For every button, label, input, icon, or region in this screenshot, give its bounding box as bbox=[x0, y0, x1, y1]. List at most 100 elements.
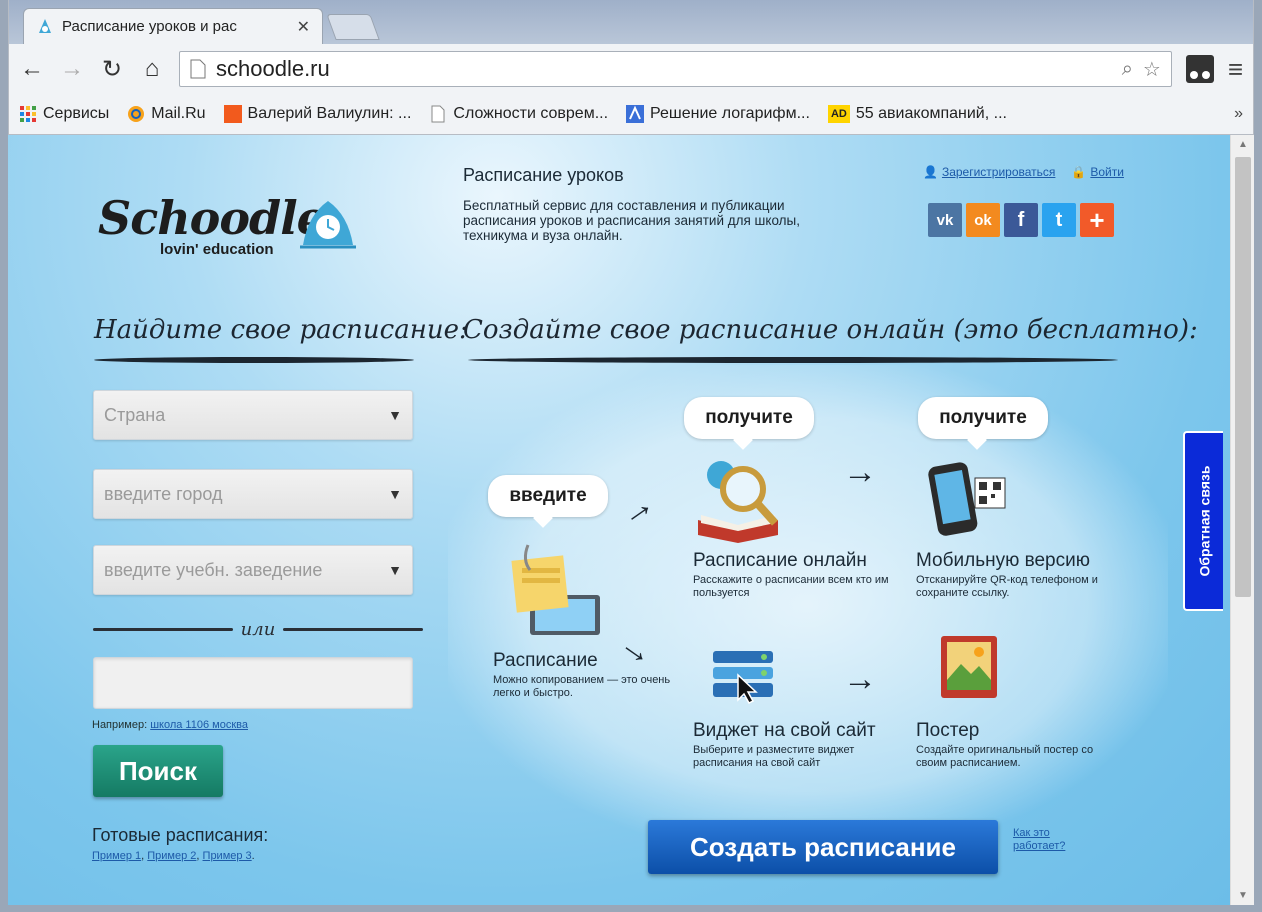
bookmark-item[interactable]: Сервисы bbox=[19, 105, 109, 123]
tab-strip: Расписание уроков и рас ✕ bbox=[9, 0, 1253, 44]
feedback-tab[interactable]: Обратная связь bbox=[1183, 431, 1223, 611]
user-icon: 👤 bbox=[923, 165, 938, 179]
bookmark-label: Решение логарифм... bbox=[650, 105, 810, 122]
search-button[interactable]: Поиск bbox=[93, 745, 223, 797]
school-placeholder: введите учебн. заведение bbox=[104, 559, 323, 580]
example-3-link[interactable]: Пример 3 bbox=[203, 850, 252, 862]
country-select[interactable]: Страна ▼ bbox=[93, 390, 413, 440]
reload-icon[interactable]: ↻ bbox=[99, 55, 125, 84]
logo-tagline: lovin' education bbox=[160, 241, 274, 258]
bookmark-item[interactable]: Решение логарифм... bbox=[626, 105, 810, 123]
example-1-link[interactable]: Пример 1 bbox=[92, 850, 141, 862]
facebook-icon[interactable]: f bbox=[1004, 203, 1038, 237]
example-2-link[interactable]: Пример 2 bbox=[147, 850, 196, 862]
find-heading-underline bbox=[94, 357, 414, 363]
school-select[interactable]: введите учебн. заведение ▼ bbox=[93, 545, 413, 595]
bookmark-item[interactable]: Валерий Валиулин: ... bbox=[223, 105, 412, 123]
browser-toolbar: ← → ↻ ⌂ schoodle.ru ⌕ ☆ ≡ bbox=[9, 44, 1253, 94]
menu-icon[interactable]: ≡ bbox=[1228, 54, 1243, 85]
widget-title: Виджет на свой сайт bbox=[693, 720, 876, 741]
widget-text: Выберите и разместите виджет расписания … bbox=[693, 744, 855, 769]
example-link[interactable]: школа 1106 москва bbox=[150, 719, 248, 731]
find-heading: Найдите свое расписание: bbox=[94, 315, 468, 345]
zoom-icon[interactable]: ⌕ bbox=[1122, 58, 1133, 81]
page-viewport: Schoodle lovin' education Расписание уро… bbox=[8, 135, 1230, 905]
logo-text: Schoodle bbox=[98, 191, 326, 245]
feature-mobile: Мобильную версию Отсканируйте QR-код тел… bbox=[916, 550, 1131, 600]
phone-qr-icon bbox=[928, 462, 1006, 536]
bubble-enter: введите bbox=[488, 475, 608, 517]
mailru-icon bbox=[128, 106, 145, 122]
ready-title: Готовые расписания: bbox=[92, 825, 269, 845]
bubble-get-2: получите bbox=[918, 397, 1048, 439]
bubble-get-1: получите bbox=[684, 397, 814, 439]
odnoklassniki-icon[interactable]: ok bbox=[966, 203, 1000, 237]
login-link[interactable]: Войти bbox=[1090, 165, 1124, 179]
bell-logo-icon bbox=[300, 201, 356, 249]
country-placeholder: Страна bbox=[104, 404, 166, 425]
example-label: Например: bbox=[92, 719, 148, 731]
city-placeholder: введите город bbox=[104, 483, 223, 504]
ready-schedules: Готовые расписания: Пример 1, Пример 2, … bbox=[92, 825, 269, 862]
forward-icon[interactable]: → bbox=[59, 55, 85, 83]
back-icon[interactable]: ← bbox=[19, 55, 45, 83]
auth-links: 👤 Зарегистрироваться 🔒 Войти bbox=[923, 165, 1124, 179]
intro-block: Расписание уроков Бесплатный сервис для … bbox=[463, 165, 843, 243]
bookmark-star-icon[interactable]: ☆ bbox=[1143, 57, 1161, 82]
or-text: или bbox=[240, 619, 276, 640]
register-link[interactable]: Зарегистрироваться bbox=[942, 165, 1055, 179]
chevron-down-icon: ▼ bbox=[388, 486, 402, 502]
widget-icon bbox=[713, 651, 773, 704]
online-title: Расписание онлайн bbox=[693, 550, 867, 571]
ad-icon: AD bbox=[827, 105, 850, 123]
tab-close-icon[interactable]: ✕ bbox=[297, 17, 310, 37]
mobile-text: Отсканируйте QR-код телефоном и сохранит… bbox=[916, 574, 1098, 599]
mobile-title: Мобильную версию bbox=[916, 550, 1090, 571]
chevron-down-icon: ▼ bbox=[388, 407, 402, 423]
bookmarks-bar: Сервисы Mail.Ru Валерий Валиулин: ... Сл… bbox=[9, 94, 1253, 134]
site-logo[interactable]: Schoodle lovin' education bbox=[88, 187, 378, 267]
extension-icon[interactable] bbox=[1185, 55, 1214, 83]
vk-icon[interactable]: vk bbox=[928, 203, 962, 237]
poster-text: Создайте оригинальный постер со своим ра… bbox=[916, 744, 1094, 769]
address-url[interactable]: schoodle.ru bbox=[216, 56, 1112, 82]
city-select[interactable]: введите город ▼ bbox=[93, 469, 413, 519]
page-icon bbox=[431, 105, 445, 123]
feedback-label: Обратная связь bbox=[1196, 465, 1213, 577]
plus-share-icon[interactable]: + bbox=[1080, 203, 1114, 237]
bookmarks-more-button[interactable]: » bbox=[1234, 105, 1243, 123]
search-input[interactable] bbox=[93, 657, 413, 709]
bookmark-item[interactable]: AD 55 авиакомпаний, ... bbox=[827, 105, 1007, 123]
browser-chrome: Расписание уроков и рас ✕ ← → ↻ ⌂ schood… bbox=[8, 0, 1254, 135]
arrow-right-icon: → bbox=[843, 453, 877, 491]
page-icon bbox=[190, 59, 206, 79]
chevron-down-icon: ▼ bbox=[388, 562, 402, 578]
new-tab-button[interactable] bbox=[326, 14, 380, 40]
lock-icon: 🔒 bbox=[1071, 165, 1087, 179]
bookmark-label: Сервисы bbox=[43, 105, 110, 122]
how-it-works-link[interactable]: Как это работает? bbox=[1013, 827, 1083, 853]
intro-text: Бесплатный сервис для составления и публ… bbox=[463, 198, 800, 243]
bookmark-item[interactable]: Сложности соврем... bbox=[429, 105, 608, 123]
feature-online: Расписание онлайн Расскажите о расписани… bbox=[693, 550, 893, 600]
poster-title: Постер bbox=[916, 720, 980, 741]
orange-square-icon bbox=[223, 105, 242, 123]
search-example: Например: школа 1106 москва bbox=[92, 719, 248, 731]
create-schedule-button[interactable]: Создать расписание bbox=[648, 820, 998, 874]
browser-tab[interactable]: Расписание уроков и рас ✕ bbox=[23, 8, 323, 44]
twitter-icon[interactable]: t bbox=[1042, 203, 1076, 237]
vertical-scrollbar[interactable]: ▲ ▼ bbox=[1230, 135, 1254, 905]
bookmark-item[interactable]: Mail.Ru bbox=[127, 105, 206, 123]
address-bar[interactable]: schoodle.ru ⌕ ☆ bbox=[179, 51, 1172, 87]
social-buttons: vk ok f t + bbox=[928, 203, 1114, 237]
how-it-works: Как это работает? bbox=[1013, 827, 1083, 853]
bookmark-label: Валерий Валиулин: ... bbox=[247, 105, 412, 122]
scrollbar-thumb[interactable] bbox=[1235, 157, 1251, 597]
home-icon[interactable]: ⌂ bbox=[139, 55, 165, 83]
scroll-down-icon[interactable]: ▼ bbox=[1231, 890, 1255, 901]
feature-widget: Виджет на свой сайт Выберите и разместит… bbox=[693, 720, 903, 770]
tab-title: Расписание уроков и рас bbox=[62, 18, 237, 35]
or-divider: или bbox=[93, 619, 423, 640]
schedule-text: Можно копированием — это очень легко и б… bbox=[493, 674, 671, 699]
scroll-up-icon[interactable]: ▲ bbox=[1231, 139, 1255, 150]
